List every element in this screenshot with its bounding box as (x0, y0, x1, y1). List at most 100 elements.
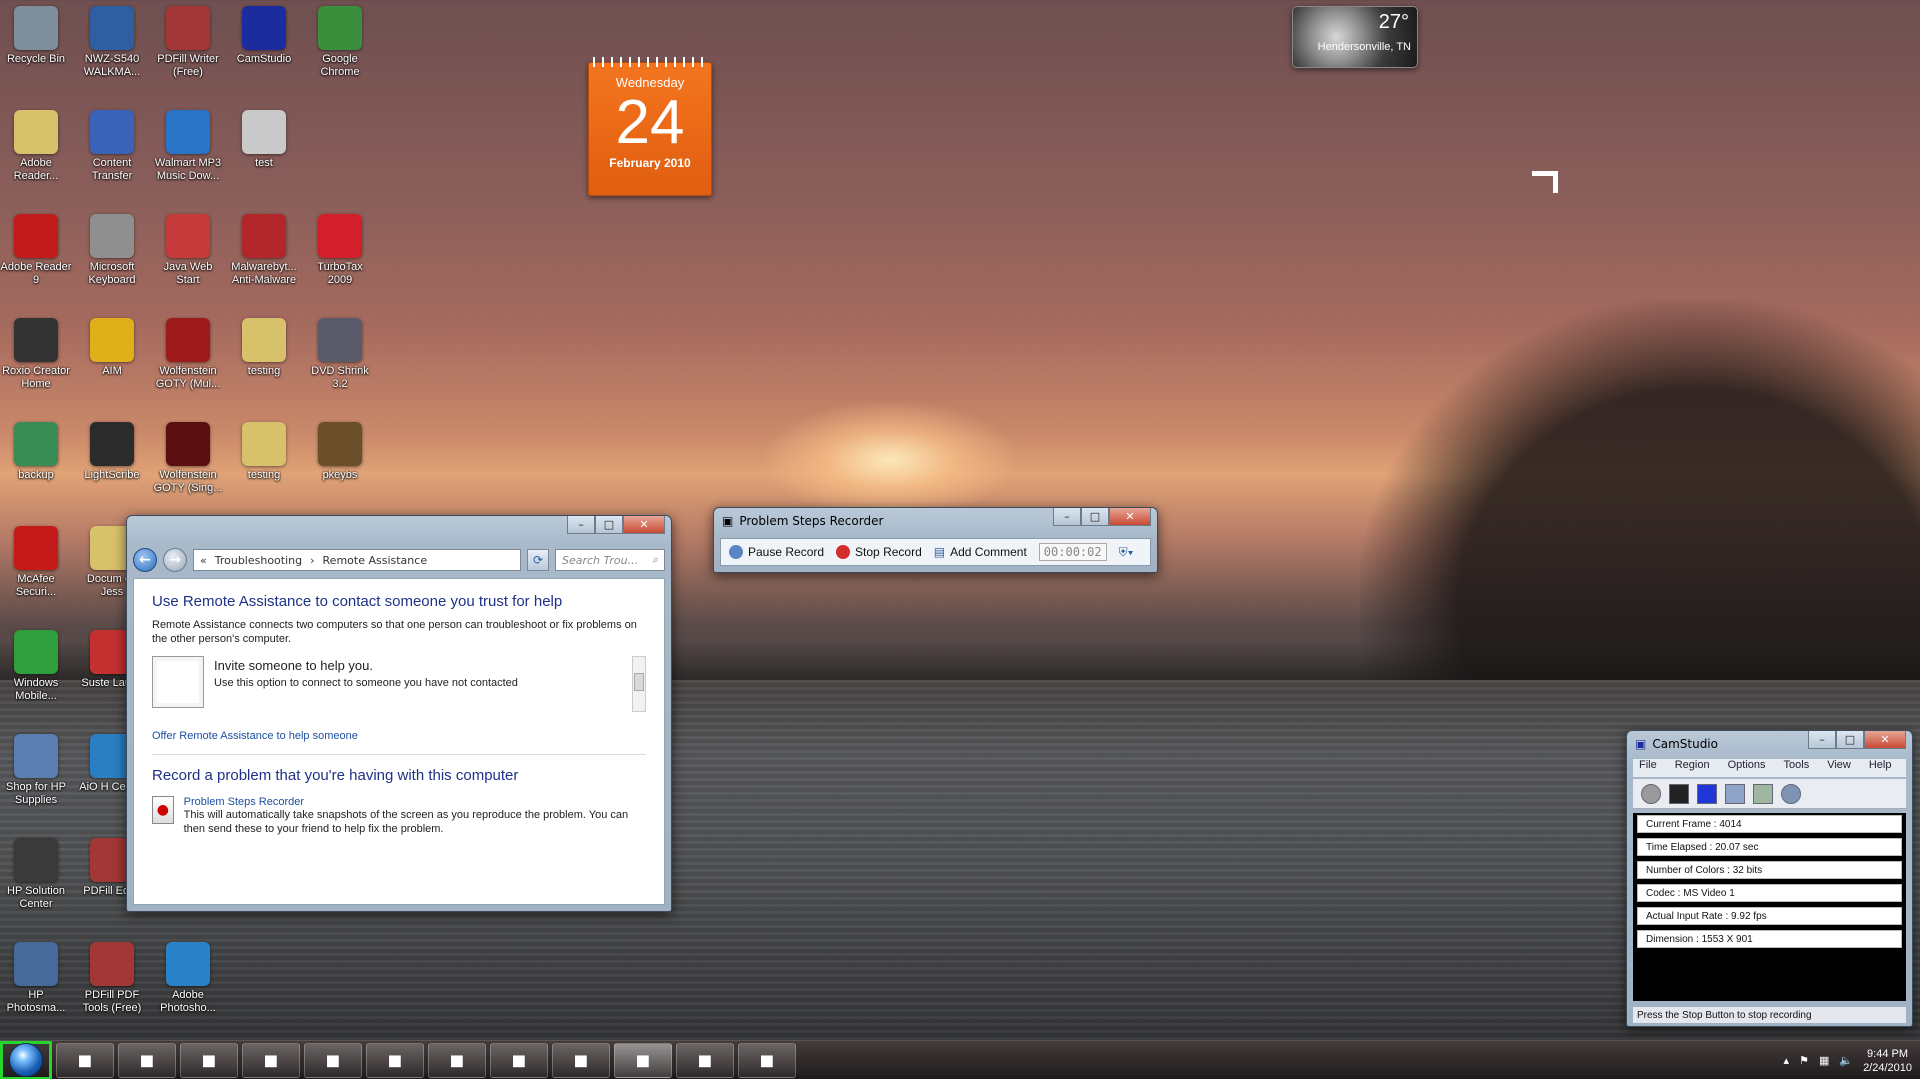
psr-minimize-button[interactable]: – (1053, 508, 1081, 526)
remote-assistance-window[interactable]: – □ ✕ ← → « Troubleshooting › Remote Ass… (126, 515, 672, 912)
taskbar-button[interactable]: ◼ (552, 1042, 610, 1078)
desktop-icon[interactable]: Roxio Creator Home (0, 314, 72, 391)
show-hidden-icons-icon[interactable]: ▴ (1784, 1054, 1790, 1067)
region-icon[interactable] (1725, 783, 1745, 804)
desktop-icon[interactable]: test (228, 106, 300, 170)
action-center-flag-icon[interactable]: ⚑ (1799, 1054, 1809, 1067)
desktop-icon[interactable]: Windows Mobile... (0, 626, 72, 703)
desktop-icon[interactable]: Walmart MP3 Music Dow... (152, 106, 224, 183)
refresh-button[interactable]: ⟳ (527, 549, 549, 571)
add-comment-button[interactable]: ▤ Add Comment (934, 545, 1027, 559)
breadcrumb-back[interactable]: « (200, 554, 207, 567)
stop-icon[interactable] (1697, 783, 1717, 804)
problem-steps-recorder-window[interactable]: ▣ Problem Steps Recorder – □ ✕ Pause Rec… (713, 507, 1158, 573)
calendar-gadget[interactable]: Wednesday 24 February 2010 (588, 57, 712, 196)
desktop-icon[interactable]: testing (228, 418, 300, 482)
address-bar[interactable]: « Troubleshooting › Remote Assistance (193, 549, 521, 571)
window-controls: – □ ✕ (567, 516, 665, 534)
help-shield-icon[interactable]: ⛨▾ (1119, 545, 1134, 560)
breadcrumb-remote-assistance[interactable]: Remote Assistance (323, 554, 428, 567)
taskbar-button[interactable]: ◼ (304, 1042, 362, 1078)
desktop-icon[interactable]: CamStudio (228, 2, 300, 66)
network-icon[interactable]: ▦ (1819, 1054, 1829, 1067)
breadcrumb-troubleshooting[interactable]: Troubleshooting (215, 554, 302, 567)
camstudio-maximize-button[interactable]: □ (1836, 731, 1864, 749)
back-button[interactable]: ← (133, 548, 157, 572)
start-button[interactable] (0, 1040, 52, 1079)
desktop-icon[interactable]: testing (228, 314, 300, 378)
taskbar-button[interactable]: ◼ (738, 1042, 796, 1078)
desktop-icon[interactable]: HP Photosma... (0, 938, 72, 1015)
pause-record-button[interactable]: Pause Record (729, 545, 824, 559)
desktop-icon[interactable]: HP Solution Center (0, 834, 72, 911)
annotation-icon[interactable] (1753, 783, 1773, 804)
taskbar-button[interactable]: ◼ (490, 1042, 548, 1078)
taskbar-button[interactable]: ◼ (118, 1042, 176, 1078)
taskbar-button[interactable]: ◼ (676, 1042, 734, 1078)
desktop-icon[interactable]: AIM (76, 314, 148, 378)
taskbar-button[interactable]: ◼ (366, 1042, 424, 1078)
search-box[interactable]: Search Trou... ⌕ (555, 549, 665, 571)
taskbar-button[interactable]: ◼ (180, 1042, 238, 1078)
desktop-icon[interactable]: LightScribe (76, 418, 148, 482)
desktop-icon[interactable]: NWZ-S540 WALKMA... (76, 2, 148, 79)
camstudio-close-button[interactable]: ✕ (1864, 731, 1906, 749)
taskbar-button[interactable]: ◼ (614, 1042, 672, 1078)
stop-record-button[interactable]: Stop Record (836, 545, 922, 559)
record-icon[interactable] (1641, 783, 1661, 804)
desktop-icon[interactable]: DVD Shrink 3.2 (304, 314, 376, 391)
taskbar-button[interactable]: ◼ (428, 1042, 486, 1078)
offer-assistance-link[interactable]: Offer Remote Assistance to help someone (152, 730, 646, 742)
desktop-icon[interactable]: Adobe Photosho... (152, 938, 224, 1015)
desktop-icon[interactable]: PDFill Writer (Free) (152, 2, 224, 79)
option-scrollbar[interactable] (632, 656, 646, 712)
menu-tools[interactable]: Tools (1784, 759, 1810, 777)
pause-icon[interactable] (1669, 783, 1689, 804)
menu-help[interactable]: Help (1869, 759, 1892, 777)
camstudio-minimize-button[interactable]: – (1808, 731, 1836, 749)
weather-gadget[interactable]: 27° Hendersonville, TN (1292, 6, 1418, 68)
close-button[interactable]: ✕ (623, 516, 665, 534)
desktop-icon[interactable]: TurboTax 2009 (304, 210, 376, 287)
desktop-icon[interactable]: Shop for HP Supplies (0, 730, 72, 807)
desktop-icon[interactable]: Content Transfer (76, 106, 148, 183)
psr-maximize-button[interactable]: □ (1081, 508, 1109, 526)
menu-file[interactable]: File (1639, 759, 1657, 777)
desktop-icon[interactable]: backup (0, 418, 72, 482)
minimize-button[interactable]: – (567, 516, 595, 534)
desktop-icon-label: Walmart MP3 Music Dow... (154, 157, 222, 182)
volume-icon[interactable]: 🔈 (1839, 1054, 1853, 1067)
desktop-icon[interactable]: Microsoft Keyboard (76, 210, 148, 287)
forward-button[interactable]: → (163, 548, 187, 572)
desktop-icon-label: Wolfenstein GOTY (Sing... (153, 469, 223, 494)
desktop-icon[interactable]: Wolfenstein GOTY (Sing... (152, 418, 224, 495)
psr-option[interactable]: ● Problem Steps Recorder This will autom… (152, 796, 646, 836)
settings-icon[interactable] (1781, 783, 1801, 804)
menu-options[interactable]: Options (1728, 759, 1766, 777)
scrollbar-thumb[interactable] (634, 673, 644, 691)
maximize-button[interactable]: □ (595, 516, 623, 534)
taskbar-button[interactable]: ◼ (56, 1042, 114, 1078)
desktop-icon[interactable]: pkeybs (304, 418, 376, 482)
search-icon[interactable]: ⌕ (652, 553, 658, 567)
psr-close-button[interactable]: ✕ (1109, 508, 1151, 526)
desktop-icon[interactable]: Adobe Reader 9 (0, 210, 72, 287)
invite-option[interactable]: Invite someone to help you. Use this opt… (152, 656, 646, 712)
menu-region[interactable]: Region (1675, 759, 1710, 777)
desktop-icon[interactable]: Recycle Bin (0, 2, 72, 66)
taskbar-button[interactable]: ◼ (242, 1042, 300, 1078)
menu-view[interactable]: View (1827, 759, 1851, 777)
camstudio-toolbar (1633, 779, 1906, 809)
psr-link[interactable]: Problem Steps Recorder (184, 796, 646, 808)
desktop-icon[interactable]: Malwarebyt... Anti-Malware (228, 210, 300, 287)
desktop-icon[interactable]: Adobe Reader... (0, 106, 72, 183)
camstudio-icon: ◼ (635, 1049, 651, 1071)
desktop-icon[interactable]: Google Chrome (304, 2, 376, 79)
desktop-icon[interactable]: PDFill PDF Tools (Free) (76, 938, 148, 1015)
clock[interactable]: 9:44 PM 2/24/2010 (1863, 1047, 1912, 1075)
desktop-icon[interactable]: Wolfenstein GOTY (Mul... (152, 314, 224, 391)
invite-title[interactable]: Invite someone to help you. (214, 658, 518, 673)
desktop-icon[interactable]: McAfee Securi... (0, 522, 72, 599)
camstudio-window[interactable]: ▣ CamStudio – □ ✕ File Region Options To… (1626, 730, 1913, 1027)
desktop-icon[interactable]: Java Web Start (152, 210, 224, 287)
